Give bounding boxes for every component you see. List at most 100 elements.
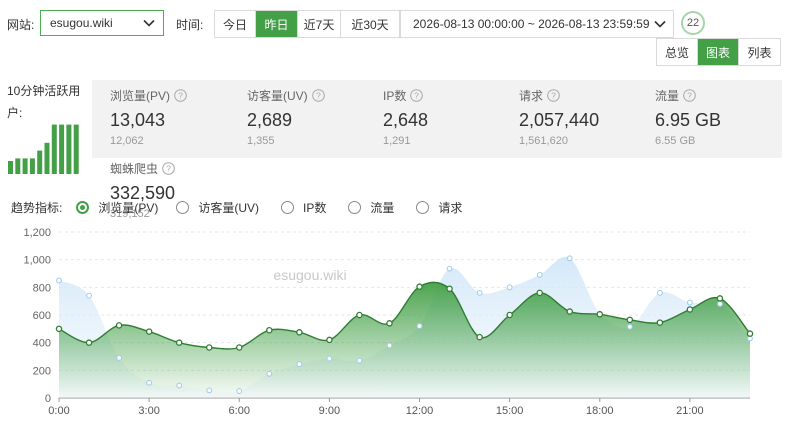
- radio-icon: [416, 201, 430, 214]
- stat-ip-label: IP数: [383, 89, 407, 103]
- x-tick-label: 15:00: [496, 405, 524, 417]
- pv-data-point[interactable]: [506, 311, 513, 319]
- pv-data-point[interactable]: [175, 339, 183, 346]
- pv-data-point[interactable]: [205, 344, 213, 351]
- active-users-minichart: [8, 124, 79, 174]
- x-tick-label: 18:00: [586, 405, 614, 417]
- pv-data-point[interactable]: [115, 322, 123, 329]
- pv-data-point[interactable]: [326, 336, 333, 344]
- refresh-countdown[interactable]: 22: [681, 11, 705, 35]
- date-range-value: 2026-08-13 00:00:00 ~ 2026-08-13 23:59:5…: [413, 17, 650, 31]
- active-users-bar: [8, 161, 13, 174]
- help-icon[interactable]: ?: [174, 89, 187, 102]
- pv-series-area: [59, 282, 750, 398]
- stat-ip-prev: 1,291: [383, 135, 411, 147]
- y-tick-label: 0: [45, 393, 51, 405]
- pv-data-point[interactable]: [536, 289, 543, 297]
- compare-data-point[interactable]: [56, 277, 62, 284]
- active-users-bar: [73, 124, 79, 174]
- compare-data-point[interactable]: [566, 255, 573, 262]
- view-list-tab[interactable]: 列表: [739, 39, 780, 65]
- compare-data-point[interactable]: [386, 342, 393, 349]
- compare-data-point[interactable]: [656, 289, 663, 296]
- stat-uv-label: 访客量(UV): [247, 89, 308, 103]
- compare-data-point[interactable]: [506, 284, 513, 291]
- pv-data-point[interactable]: [55, 325, 63, 333]
- help-icon[interactable]: ?: [410, 89, 424, 102]
- stat-pv-prev: 12,062: [110, 135, 144, 147]
- compare-data-point[interactable]: [416, 323, 423, 329]
- help-icon[interactable]: ?: [683, 89, 696, 102]
- active-users-bar: [22, 158, 28, 174]
- compare-data-point[interactable]: [476, 289, 483, 296]
- range-yesterday-button[interactable]: 昨日: [256, 11, 298, 37]
- pv-data-point[interactable]: [386, 320, 393, 327]
- compare-data-point[interactable]: [176, 382, 183, 389]
- pv-data-point[interactable]: [236, 344, 243, 351]
- y-tick-label: 1,200: [23, 227, 51, 239]
- compare-data-point[interactable]: [206, 387, 213, 394]
- compare-data-point[interactable]: [86, 292, 92, 299]
- site-label: 网站:: [7, 18, 35, 32]
- pv-data-point[interactable]: [716, 295, 724, 302]
- compare-data-point[interactable]: [326, 355, 333, 362]
- trend-chart: 0 200 400 600 800 1,000 1,200 0:00 3:00 6:00 9:00…: [23, 227, 754, 417]
- range-7days-button[interactable]: 近7天: [298, 11, 341, 37]
- compare-data-point[interactable]: [717, 301, 723, 307]
- compare-data-point[interactable]: [536, 271, 543, 278]
- compare-data-point[interactable]: [446, 265, 453, 272]
- x-tick-label: 6:00: [229, 405, 250, 417]
- compare-data-point[interactable]: [146, 379, 153, 386]
- pv-data-point[interactable]: [746, 330, 754, 337]
- compare-data-point[interactable]: [266, 370, 273, 377]
- help-icon[interactable]: ?: [162, 162, 175, 175]
- compare-data-point[interactable]: [116, 354, 122, 361]
- stat-traffic-value: 6.95 GB: [655, 110, 722, 130]
- compare-data-point[interactable]: [236, 388, 243, 394]
- site-select[interactable]: esugou.wiki: [40, 10, 164, 36]
- help-icon[interactable]: ?: [547, 89, 560, 102]
- range-today-button[interactable]: 今日: [215, 11, 256, 37]
- x-tick-label: 12:00: [406, 405, 434, 417]
- pv-data-point[interactable]: [476, 333, 483, 341]
- stat-requests: 请求? 2,057,440 1,561,620: [519, 87, 599, 147]
- compare-data-point[interactable]: [687, 299, 693, 306]
- time-label: 时间:: [176, 18, 204, 32]
- radio-icon: [176, 201, 190, 214]
- date-range-picker[interactable]: 2026-08-13 00:00:00 ~ 2026-08-13 23:59:5…: [400, 10, 674, 38]
- help-icon[interactable]: ?: [311, 89, 325, 102]
- compare-data-point[interactable]: [626, 323, 633, 330]
- active-users-bar: [66, 124, 72, 174]
- pv-data-point[interactable]: [266, 326, 273, 334]
- pv-data-point[interactable]: [566, 308, 573, 315]
- range-30days-button[interactable]: 近30天: [341, 11, 399, 37]
- pv-data-point[interactable]: [85, 339, 93, 346]
- x-tick-label: 21:00: [676, 405, 704, 417]
- compare-data-point[interactable]: [296, 361, 303, 368]
- pv-data-point[interactable]: [596, 311, 604, 318]
- pv-data-point[interactable]: [296, 329, 303, 336]
- y-tick-label: 400: [33, 338, 51, 350]
- x-tick-label: 9:00: [319, 405, 340, 417]
- pv-data-point[interactable]: [145, 328, 153, 335]
- pv-data-point[interactable]: [686, 306, 694, 313]
- stat-pv-value: 13,043: [110, 110, 166, 130]
- active-users-bar: [59, 124, 65, 174]
- pv-data-point[interactable]: [656, 319, 664, 326]
- x-tick-label: 0:00: [48, 405, 69, 417]
- site-select-value: esugou.wiki: [50, 16, 113, 30]
- radio-icon: [348, 201, 362, 214]
- pv-data-point[interactable]: [356, 311, 363, 319]
- active-users-bar: [37, 150, 43, 174]
- compare-data-point[interactable]: [356, 357, 363, 364]
- x-tick-label: 3:00: [138, 405, 159, 417]
- pv-data-point[interactable]: [446, 285, 453, 292]
- view-overview-tab[interactable]: 总览: [657, 39, 698, 65]
- stat-spider-label: 蜘蛛爬虫: [110, 162, 159, 176]
- view-chart-tab[interactable]: 图表: [698, 39, 739, 65]
- pv-data-point[interactable]: [416, 283, 423, 290]
- svg-text:?: ?: [178, 91, 183, 101]
- pv-data-point[interactable]: [626, 316, 634, 324]
- svg-text:?: ?: [414, 91, 419, 101]
- radio-selected-icon: [76, 201, 90, 214]
